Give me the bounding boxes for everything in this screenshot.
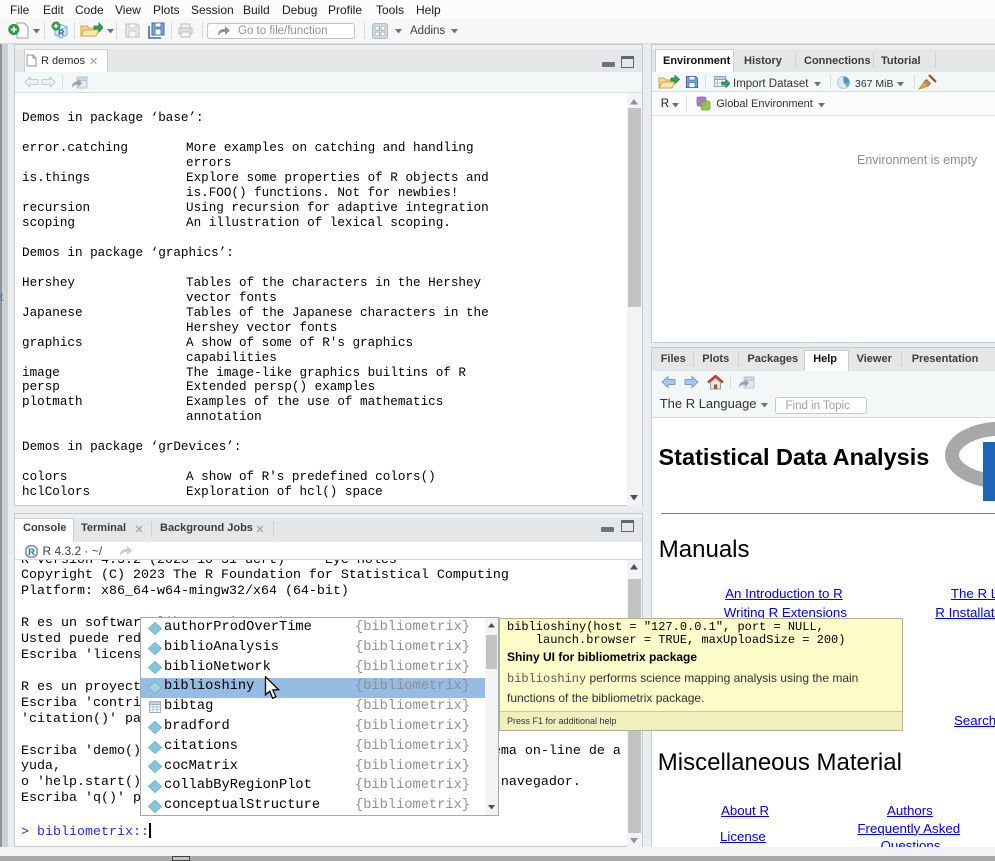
svg-text:R: R: [28, 547, 35, 558]
